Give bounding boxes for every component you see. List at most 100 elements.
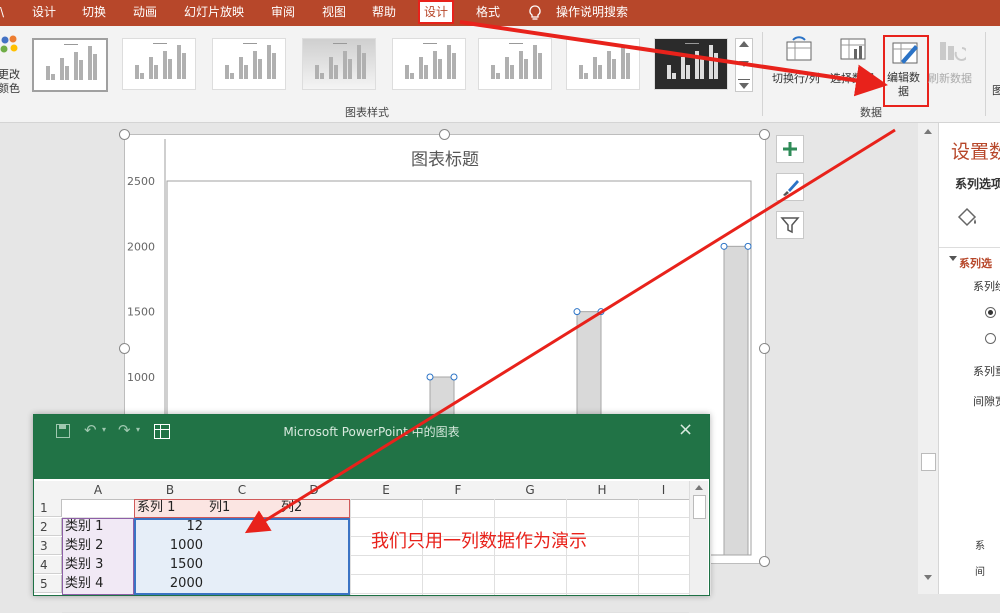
edit-data-button[interactable]: 编辑数 据 — [883, 35, 929, 107]
category-cell[interactable]: 类别 1 — [65, 518, 131, 536]
filter-icon — [780, 217, 800, 234]
more-styles-icon[interactable] — [739, 83, 749, 89]
refresh-data-button[interactable]: 刷新数据 — [928, 70, 972, 86]
select-data-button[interactable]: 选择数据 — [830, 70, 874, 86]
select-data-icon — [840, 36, 868, 64]
ribbon-tab-bar: \ 设计 切换 动画 幻灯片放映 审阅 视图 帮助 设计 格式 操作说明搜索 — [0, 0, 1000, 26]
chart-style-thumb-1[interactable] — [32, 38, 108, 92]
resize-handle-mr[interactable] — [759, 343, 770, 354]
tab-help[interactable]: 帮助 — [372, 0, 396, 26]
row-header-1[interactable]: 1 — [34, 499, 62, 517]
column-header-G[interactable]: G — [494, 481, 567, 500]
excel-scrollbar[interactable] — [689, 481, 708, 595]
value-cell[interactable]: 2000 — [137, 575, 203, 593]
value-cell[interactable]: 12 — [137, 518, 203, 536]
chart-style-thumb-5[interactable] — [392, 38, 466, 90]
header-cell[interactable]: 系列 1 — [137, 499, 203, 517]
series-section-label[interactable]: 系列选 — [959, 255, 992, 271]
column-header-A[interactable]: A — [62, 481, 135, 500]
radio-secondary-axis[interactable] — [985, 333, 996, 344]
radio-primary-axis[interactable] — [985, 307, 996, 318]
data-group-label: 数据 — [860, 106, 882, 119]
tab-design-slide[interactable]: 设计 — [32, 0, 56, 26]
category-cell[interactable]: 类别 2 — [65, 537, 131, 555]
more-divider — [738, 79, 750, 80]
column-header-D[interactable]: D — [278, 481, 351, 500]
bar-4[interactable] — [723, 245, 749, 556]
close-icon[interactable]: × — [678, 419, 693, 440]
resize-handle-tc[interactable] — [439, 129, 450, 140]
tab-chart-design[interactable]: 设计 — [417, 0, 455, 24]
fill-bucket-icon[interactable] — [955, 205, 979, 229]
resize-handle-ml[interactable] — [119, 343, 130, 354]
chart-styles-button[interactable] — [776, 173, 804, 201]
chart-style-thumb-3[interactable] — [212, 38, 286, 90]
switch-row-column-button[interactable]: 切换行/列 — [772, 70, 820, 86]
resize-handle-tr[interactable] — [759, 129, 770, 140]
chevron-up-icon[interactable] — [739, 41, 749, 47]
chart-style-thumb-6[interactable] — [478, 38, 552, 90]
category-cell[interactable]: 类别 3 — [65, 556, 131, 574]
scroll-thumb[interactable] — [921, 453, 936, 471]
row-header-4[interactable]: 4 — [34, 556, 62, 574]
scroll-up-icon[interactable] — [924, 129, 932, 134]
resize-handle-tl[interactable] — [119, 129, 130, 140]
column-header-F[interactable]: F — [422, 481, 495, 500]
resize-handle-br[interactable] — [759, 556, 770, 567]
tab-transitions[interactable]: 切换 — [82, 0, 106, 26]
column-header-H[interactable]: H — [566, 481, 639, 500]
bar-selection-handle[interactable] — [597, 308, 605, 316]
bar-selection-handle[interactable] — [426, 373, 434, 381]
tab-animations[interactable]: 动画 — [133, 0, 157, 26]
gallery-scroll[interactable] — [735, 38, 753, 92]
category-cell[interactable]: 类别 4 — [65, 575, 131, 593]
tell-me-search[interactable]: 操作说明搜索 — [556, 0, 628, 26]
y-tick-label: 2000 — [127, 240, 155, 253]
tab-review[interactable]: 审阅 — [271, 0, 295, 26]
tab-slideshow[interactable]: 幻灯片放映 — [184, 0, 244, 26]
select-all-corner[interactable] — [34, 481, 63, 500]
series-overlap-label: 系列重 — [973, 365, 1000, 378]
column-header-I[interactable]: I — [638, 481, 690, 500]
tab-view[interactable]: 视图 — [322, 0, 346, 26]
palette-icon — [0, 34, 22, 60]
refresh-data-icon — [938, 38, 969, 66]
chart-style-thumb-4[interactable] — [302, 38, 376, 90]
pane-divider — [939, 247, 1000, 248]
gap-width-label: 间隙宽 — [973, 395, 1000, 408]
excel-scroll-thumb[interactable] — [693, 495, 706, 519]
column-header-C[interactable]: C — [206, 481, 279, 500]
bar-selection-handle[interactable] — [720, 242, 728, 250]
slide-scrollbar[interactable] — [918, 123, 938, 594]
change-colors-button[interactable]: 更改 颜色 — [0, 68, 20, 96]
format-pane-title: 设置数 — [951, 141, 1000, 163]
row-header-5[interactable]: 5 — [34, 575, 62, 593]
chart-style-thumb-7[interactable] — [566, 38, 640, 90]
chart-filters-button[interactable] — [776, 211, 804, 239]
bar-selection-handle[interactable] — [450, 373, 458, 381]
plus-icon — [783, 142, 797, 156]
chart-style-thumb-8[interactable] — [654, 38, 728, 90]
chart-elements-button[interactable] — [776, 135, 804, 163]
pane-partial-label-2: 间 — [975, 567, 985, 578]
column-header-B[interactable]: B — [134, 481, 207, 500]
tab-format[interactable]: 格式 — [476, 0, 500, 26]
excel-scroll-up-icon[interactable] — [695, 485, 703, 490]
value-cell[interactable]: 1500 — [137, 556, 203, 574]
bar-selection-handle[interactable] — [744, 242, 752, 250]
column-header-E[interactable]: E — [350, 481, 423, 500]
row-header-2[interactable]: 2 — [34, 518, 62, 536]
value-cell[interactable]: 1000 — [137, 537, 203, 555]
header-cell[interactable]: 列1 — [209, 499, 275, 517]
tab-partial[interactable]: \ — [0, 0, 4, 26]
header-cell[interactable]: 列2 — [281, 499, 347, 517]
bar-selection-handle[interactable] — [573, 308, 581, 316]
excel-title-bar: ↶ ▾ ↷ ▾ Microsoft PowerPoint 中的图表 × — [34, 415, 709, 479]
scroll-down-icon[interactable] — [924, 575, 932, 580]
chart-title[interactable]: 图表标题 — [125, 145, 765, 170]
series-options-label[interactable]: 系列选项 — [955, 175, 1000, 192]
row-header-3[interactable]: 3 — [34, 537, 62, 555]
chart-style-thumb-2[interactable] — [122, 38, 196, 90]
chevron-down-icon[interactable] — [739, 61, 749, 67]
collapse-icon[interactable] — [949, 256, 957, 261]
